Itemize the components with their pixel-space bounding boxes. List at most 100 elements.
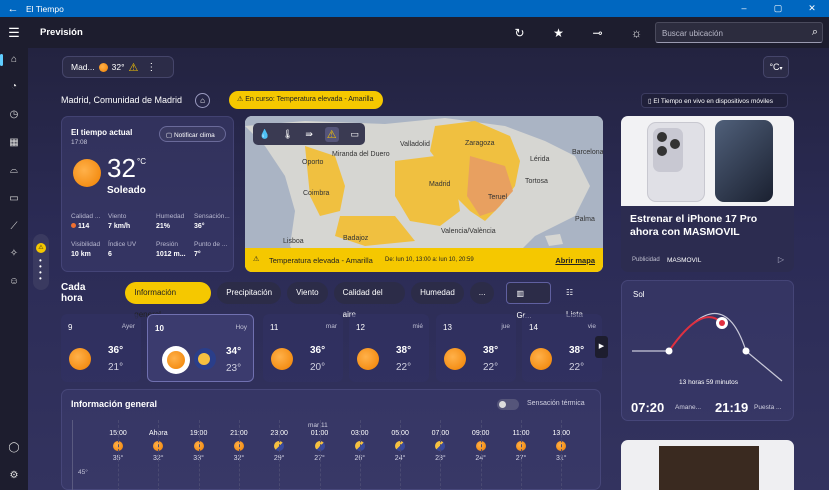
- home-location-icon[interactable]: ⌂: [195, 93, 210, 108]
- promo-brand: MASMOVIL: [667, 257, 702, 264]
- search-icon[interactable]: ⌕: [812, 26, 818, 39]
- settings-gear-icon[interactable]: ⚙: [0, 470, 28, 481]
- grid-line: [118, 420, 119, 490]
- promo-tag: Publicidad: [632, 257, 660, 263]
- thermometer-icon[interactable]: 🌡: [282, 129, 293, 140]
- clock-icon[interactable]: ◷: [0, 109, 28, 120]
- day-card[interactable]: 12 mié 38° 22°: [349, 314, 429, 382]
- night-moon-icon: [194, 348, 216, 370]
- promo-card[interactable]: Estrenar el iPhone 17 Pro ahora con MASM…: [621, 116, 794, 272]
- tab-3[interactable]: Calidad del aire: [333, 282, 406, 319]
- account-icon[interactable]: ◯: [0, 442, 28, 453]
- grid-line: [400, 420, 402, 490]
- map-city-label: Lisboa: [283, 238, 304, 245]
- slider-warning-icon: ⚠: [36, 243, 46, 253]
- smile-icon[interactable]: ☺: [0, 276, 28, 287]
- pin-icon[interactable]: ⊸: [578, 26, 617, 40]
- brightness-icon[interactable]: ☼: [617, 26, 656, 40]
- sun-card: Sol 13 horas 59 minutos 07:20 Amane... 2…: [621, 280, 794, 421]
- close-icon[interactable]: ✕: [795, 0, 829, 17]
- home-icon[interactable]: ⌂: [0, 54, 28, 65]
- detail-value-text: 6: [108, 251, 112, 258]
- day-card[interactable]: 11 mar 36° 20°: [263, 314, 343, 382]
- map-alert-text: Temperatura elevada - Amarilla: [269, 256, 373, 265]
- tab-0[interactable]: Información general: [125, 282, 212, 319]
- sunny-icon: [69, 348, 91, 370]
- open-map-link[interactable]: Abrir mapa: [555, 256, 595, 265]
- sunny-icon: [530, 348, 552, 370]
- unit-button[interactable]: °C▾: [763, 56, 789, 78]
- menu-icon[interactable]: ☰: [0, 25, 28, 41]
- tab-4[interactable]: Humedad: [411, 282, 464, 304]
- day-low: 21°: [108, 362, 124, 373]
- more-icon[interactable]: ⋮: [146, 62, 156, 73]
- window-controls: – ▢ ✕: [727, 0, 829, 17]
- lens: [657, 132, 667, 142]
- notify-button[interactable]: ▢ Notificar clima: [159, 126, 226, 142]
- page-title: Previsión: [40, 27, 83, 38]
- map-city-label: Lérida: [530, 156, 550, 163]
- alert-pill[interactable]: ⚠ En curso: Temperatura elevada - Amaril…: [229, 91, 383, 109]
- ranking-icon[interactable]: ✧: [0, 248, 28, 259]
- live-promo-pill[interactable]: ▯ El Tiempo en vivo en dispositivos móvi…: [641, 93, 788, 108]
- tab-5[interactable]: ...: [469, 282, 495, 304]
- calendar-icon[interactable]: ▦: [0, 137, 28, 148]
- notify-label: Notificar clima: [173, 132, 215, 139]
- sunrise-time: 07:20: [631, 400, 665, 415]
- promo-image: [621, 116, 794, 206]
- promo-title[interactable]: Estrenar el iPhone 17 Pro ahora con MASM…: [630, 213, 788, 239]
- day-card[interactable]: 14 vie 38° 22°: [522, 314, 602, 382]
- location-chip-name: Mad...: [71, 62, 95, 72]
- trend-icon[interactable]: ⟋: [0, 221, 28, 232]
- phone-screen-image: [715, 120, 773, 202]
- favorite-star-icon[interactable]: ★: [539, 26, 578, 40]
- map-city-label: Palma: [575, 216, 595, 223]
- detail-label: Punto de ...: [194, 241, 228, 248]
- day-low: 22°: [483, 362, 499, 373]
- day-low: 20°: [310, 362, 326, 373]
- briefcase-icon[interactable]: ▭: [0, 193, 28, 204]
- sunny-icon: [162, 346, 190, 374]
- current-condition: Soleado: [107, 185, 146, 196]
- graph-view-button[interactable]: ▥ Gr...: [506, 282, 552, 320]
- feels-like-toggle[interactable]: [497, 399, 519, 410]
- radar-icon[interactable]: ◔: [0, 81, 28, 92]
- comment-icon[interactable]: ▭: [351, 129, 360, 140]
- tab-2[interactable]: Viento: [287, 282, 328, 304]
- sunny-icon: [73, 159, 101, 187]
- back-arrow-icon[interactable]: ←: [0, 3, 26, 15]
- detail-value-text: 36°: [194, 223, 205, 230]
- map-icon[interactable]: ⌓: [0, 165, 28, 176]
- search-input[interactable]: Buscar ubicación ⌕: [655, 22, 823, 43]
- maximize-icon[interactable]: ▢: [761, 0, 795, 17]
- weather-map[interactable]: 💧 🌡 ⇛ ⚠ ▭ Oporto Miranda del Duero Vallado…: [245, 116, 603, 272]
- general-info-card: Información general Sensación térmica ma…: [61, 389, 601, 490]
- day-card[interactable]: 10 Hoy 34° 23°: [147, 314, 254, 382]
- play-icon[interactable]: ▷: [778, 255, 784, 264]
- grid-line: [561, 420, 563, 490]
- day-weekday: Ayer: [121, 323, 135, 330]
- day-card[interactable]: 13 jue 38° 22°: [436, 314, 516, 382]
- grid-line: [158, 420, 160, 490]
- wind-icon[interactable]: ⇛: [305, 129, 313, 140]
- next-days-arrow-icon[interactable]: ▶: [595, 336, 608, 358]
- day-number: 12: [356, 323, 365, 332]
- warning-layer-icon[interactable]: ⚠: [324, 126, 339, 142]
- list-view-button[interactable]: ☷ Lista: [557, 282, 601, 319]
- grid-line: [359, 420, 361, 490]
- map-city-label: Tortosa: [525, 178, 548, 185]
- day-card[interactable]: 9 Ayer 36° 21°: [61, 314, 141, 382]
- minimize-icon[interactable]: –: [727, 0, 761, 17]
- detail-value-text: 10 km: [71, 251, 91, 258]
- current-title: El tiempo actual: [71, 128, 133, 137]
- rain-drop-icon[interactable]: 💧: [259, 129, 270, 140]
- hourly-tabs-row: Cada hora Información general Precipitaci…: [61, 281, 601, 320]
- location-chip[interactable]: Mad... 32° ⚠ ⋮: [62, 56, 174, 78]
- lens: [657, 146, 667, 156]
- tab-1[interactable]: Precipitación: [217, 282, 282, 304]
- refresh-icon[interactable]: ↻: [500, 26, 539, 40]
- timeline-slider[interactable]: ⚠ • • • •: [33, 234, 49, 290]
- aqi-dot-icon: [71, 223, 76, 228]
- detail-value: 36°: [194, 223, 205, 230]
- title-bar: ← El Tiempo – ▢ ✕: [0, 0, 829, 17]
